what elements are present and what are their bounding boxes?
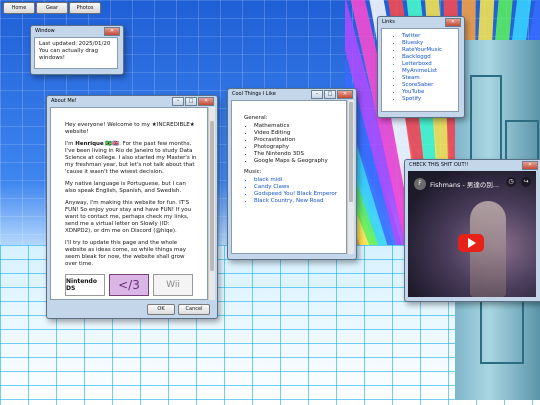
close-icon[interactable]: ✕ bbox=[198, 97, 214, 106]
link-item[interactable]: Letterboxd bbox=[402, 61, 454, 68]
link-item[interactable]: Steam bbox=[402, 75, 454, 82]
list-item: The Nintendo 3DS bbox=[254, 151, 340, 158]
youtube-embed[interactable]: F Fishmans - 男達の別... ◷ ↪ bbox=[408, 171, 536, 297]
cancel-button[interactable]: Cancel bbox=[178, 304, 210, 315]
cool-things-window[interactable]: Cool Things I Like – □ ✕ General: Mathem… bbox=[227, 88, 357, 260]
channel-avatar[interactable]: F bbox=[414, 178, 426, 190]
link-item[interactable]: Godspeed You! Black Emperor bbox=[254, 191, 340, 198]
gear-button[interactable]: Gear bbox=[36, 2, 68, 14]
window-content: Last updated: 2025/01/20 You can actuall… bbox=[34, 37, 118, 69]
link-item[interactable]: Backloggd bbox=[402, 54, 454, 61]
about-title: About Me! bbox=[51, 98, 77, 104]
about-paragraph: My native language is Portuguese, but I … bbox=[65, 181, 186, 194]
about-titlebar[interactable]: About Me! – □ ✕ bbox=[47, 96, 217, 106]
list-item: Google Maps & Geography bbox=[254, 158, 340, 165]
about-paragraph: I'll try to update this page and the who… bbox=[65, 240, 186, 267]
links-window[interactable]: Links ✕ TwitterBlueskyRateYourMusicBackl… bbox=[377, 16, 465, 118]
link-item[interactable]: Spotify bbox=[402, 96, 454, 103]
about-scrollbar[interactable] bbox=[208, 107, 215, 300]
links-list: TwitterBlueskyRateYourMusicBackloggdLett… bbox=[392, 33, 454, 103]
scrollbar-thumb[interactable] bbox=[210, 121, 214, 271]
about-name: Henrique bbox=[75, 141, 104, 147]
music-heading: Music: bbox=[244, 169, 262, 175]
nintendo-ds-badge: Nintendo DS bbox=[65, 274, 105, 296]
scrollbar-thumb[interactable] bbox=[349, 102, 353, 202]
about-me-window[interactable]: About Me! – □ ✕ Hey everyone! Welcome to… bbox=[46, 95, 218, 319]
video-window[interactable]: CHECK THIS SHIT OUT!! ✕ F Fishmans - 男達の… bbox=[404, 159, 540, 302]
cool-scrollbar[interactable] bbox=[347, 100, 354, 254]
about-text: I'm bbox=[65, 141, 76, 147]
window-titlebar[interactable]: Window ✕ bbox=[31, 26, 123, 36]
minimize-icon[interactable]: – bbox=[172, 97, 184, 106]
building-panel bbox=[470, 75, 502, 169]
about-paragraph: Anyway, I'm making this website for fun.… bbox=[65, 200, 192, 234]
badge-label: Wii bbox=[166, 280, 180, 290]
links-titlebar[interactable]: Links ✕ bbox=[378, 17, 464, 27]
about-paragraph: I'm Henrique 🇧🇷🇬🇧. For the past few mont… bbox=[65, 141, 197, 176]
link-item[interactable]: Twitter bbox=[402, 33, 454, 40]
building-panel bbox=[480, 300, 524, 364]
link-item[interactable]: RateYourMusic bbox=[402, 47, 454, 54]
links-content: TwitterBlueskyRateYourMusicBackloggdLett… bbox=[381, 28, 459, 112]
broken-heart-badge: </3 bbox=[109, 274, 149, 296]
link-item[interactable]: ScoreSaber bbox=[402, 82, 454, 89]
close-icon[interactable]: ✕ bbox=[104, 27, 120, 36]
video-titlebar[interactable]: CHECK THIS SHIT OUT!! ✕ bbox=[405, 160, 540, 170]
list-item: Mathematics bbox=[254, 123, 340, 130]
window-title: Window bbox=[35, 28, 55, 34]
link-item[interactable]: YouTube bbox=[402, 89, 454, 96]
list-item: Photography bbox=[254, 144, 340, 151]
photos-button[interactable]: Photos bbox=[69, 2, 101, 14]
video-window-title: CHECK THIS SHIT OUT!! bbox=[409, 162, 469, 168]
close-icon[interactable]: ✕ bbox=[445, 18, 461, 27]
badge-label: </3 bbox=[118, 278, 140, 292]
drag-hint-text: You can actually drag windows! bbox=[39, 48, 98, 61]
link-item[interactable]: Candy Claws bbox=[254, 184, 340, 191]
links-title: Links bbox=[382, 19, 395, 25]
list-item: Video Editing bbox=[254, 130, 340, 137]
minimize-icon[interactable]: – bbox=[311, 90, 323, 99]
top-nav: Home Gear Photos bbox=[0, 0, 540, 14]
music-list: black midiCandy ClawsGodspeed You! Black… bbox=[244, 177, 340, 205]
share-icon[interactable]: ↪ bbox=[521, 177, 531, 187]
draggable-window[interactable]: Window ✕ Last updated: 2025/01/20 You ca… bbox=[30, 25, 124, 75]
last-updated-text: Last updated: 2025/01/20 bbox=[39, 41, 111, 47]
general-list: MathematicsVideo EditingProcrastinationP… bbox=[244, 123, 340, 165]
cool-content: General: MathematicsVideo EditingProcras… bbox=[231, 100, 347, 254]
about-intro: Hey everyone! Welcome to my ★INCREDIBLE★… bbox=[65, 122, 195, 135]
badge-row: Nintendo DS </3 Wii bbox=[65, 274, 197, 296]
ok-button[interactable]: OK bbox=[147, 304, 175, 315]
watch-later-icon[interactable]: ◷ bbox=[506, 177, 516, 187]
channel-initial: F bbox=[418, 180, 422, 187]
link-item[interactable]: Black Country, New Road bbox=[254, 198, 340, 205]
close-icon[interactable]: ✕ bbox=[337, 90, 353, 99]
play-button[interactable] bbox=[458, 234, 484, 252]
link-item[interactable]: black midi bbox=[254, 177, 340, 184]
wii-badge: Wii bbox=[153, 274, 193, 296]
play-icon bbox=[468, 238, 476, 248]
link-item[interactable]: MyAnimeList bbox=[402, 68, 454, 75]
video-title[interactable]: Fishmans - 男達の別... bbox=[430, 179, 499, 189]
list-item: Procrastination bbox=[254, 137, 340, 144]
about-content: Hey everyone! Welcome to my ★INCREDIBLE★… bbox=[50, 107, 208, 300]
close-icon[interactable]: ✕ bbox=[522, 161, 538, 170]
badge-label: Nintendo DS bbox=[66, 278, 97, 292]
cool-title: Cool Things I Like bbox=[232, 91, 276, 97]
cool-titlebar[interactable]: Cool Things I Like – □ ✕ bbox=[228, 89, 356, 99]
home-button[interactable]: Home bbox=[3, 2, 35, 14]
maximize-icon[interactable]: □ bbox=[324, 90, 336, 99]
maximize-icon[interactable]: □ bbox=[185, 97, 197, 106]
link-item[interactable]: Bluesky bbox=[402, 40, 454, 47]
general-heading: General: bbox=[244, 115, 268, 121]
